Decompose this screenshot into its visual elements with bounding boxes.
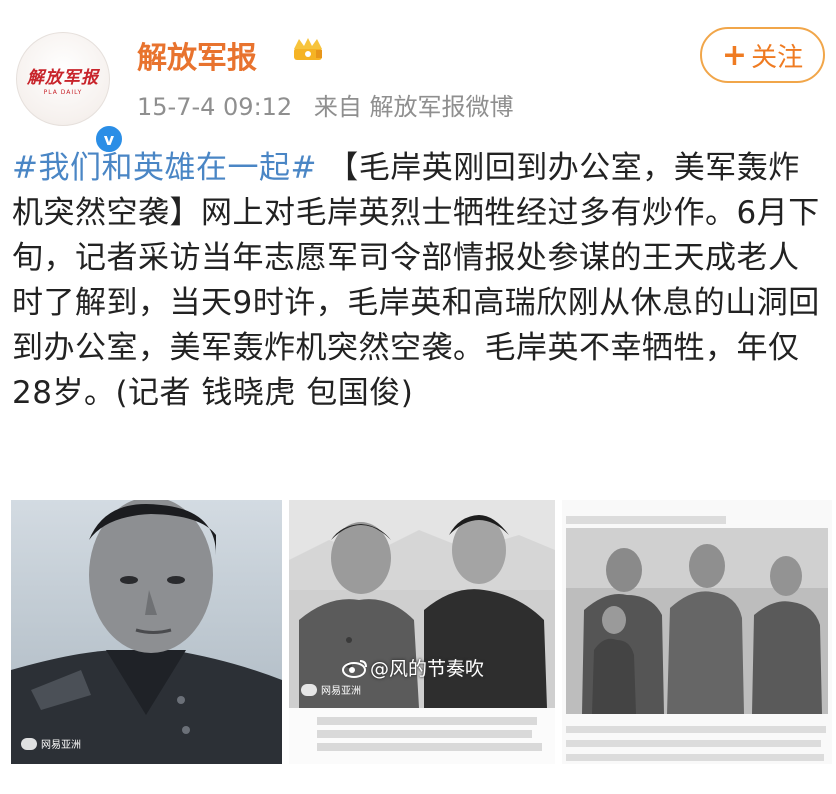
follow-label: 关注 xyxy=(751,42,804,73)
avatar-logo-text: 解放军报 xyxy=(27,68,99,88)
weibo-logo-icon xyxy=(342,659,367,678)
wechat-icon xyxy=(21,737,37,750)
account-avatar[interactable]: 解放军报 PLA DAILY v xyxy=(16,32,124,154)
member-crown-icon xyxy=(294,38,322,60)
post-text: #我们和英雄在一起# 【毛岸英刚回到办公室，美军轰炸机突然空袭】网上对毛岸英烈士… xyxy=(12,146,824,416)
two-men-photo[interactable]: 网易亚洲 xyxy=(289,500,555,764)
image-watermark: 网易亚洲 xyxy=(301,682,361,697)
avatar-logo-subtext: PLA DAILY xyxy=(43,89,83,96)
portrait-photo[interactable]: 网易亚洲 xyxy=(11,500,282,764)
account-name[interactable]: 解放军报 xyxy=(137,33,257,77)
portrait-illustration xyxy=(11,500,282,764)
weibo-watermark: @风的节奏吹 xyxy=(342,654,484,681)
post-time: 15-7-4 09:12 xyxy=(137,93,293,121)
image-watermark: 网易亚洲 xyxy=(21,736,81,751)
post-body: 【毛岸英刚回到办公室，美军轰炸机突然空袭】网上对毛岸英烈士牺牲经过多有炒作。6月… xyxy=(12,150,820,411)
post-source[interactable]: 来自 解放军报微博 xyxy=(314,93,514,121)
wechat-icon xyxy=(301,683,317,696)
group-illustration xyxy=(562,500,832,764)
group-photo[interactable] xyxy=(562,500,832,764)
hashtag-link[interactable]: #我们和英雄在一起# xyxy=(12,150,317,186)
plus-icon: + xyxy=(721,37,748,73)
post-meta: 15-7-4 09:12 来自 解放军报微博 xyxy=(137,87,527,122)
follow-button[interactable]: + 关注 xyxy=(700,27,825,83)
photo-caption-blurred xyxy=(317,714,547,756)
